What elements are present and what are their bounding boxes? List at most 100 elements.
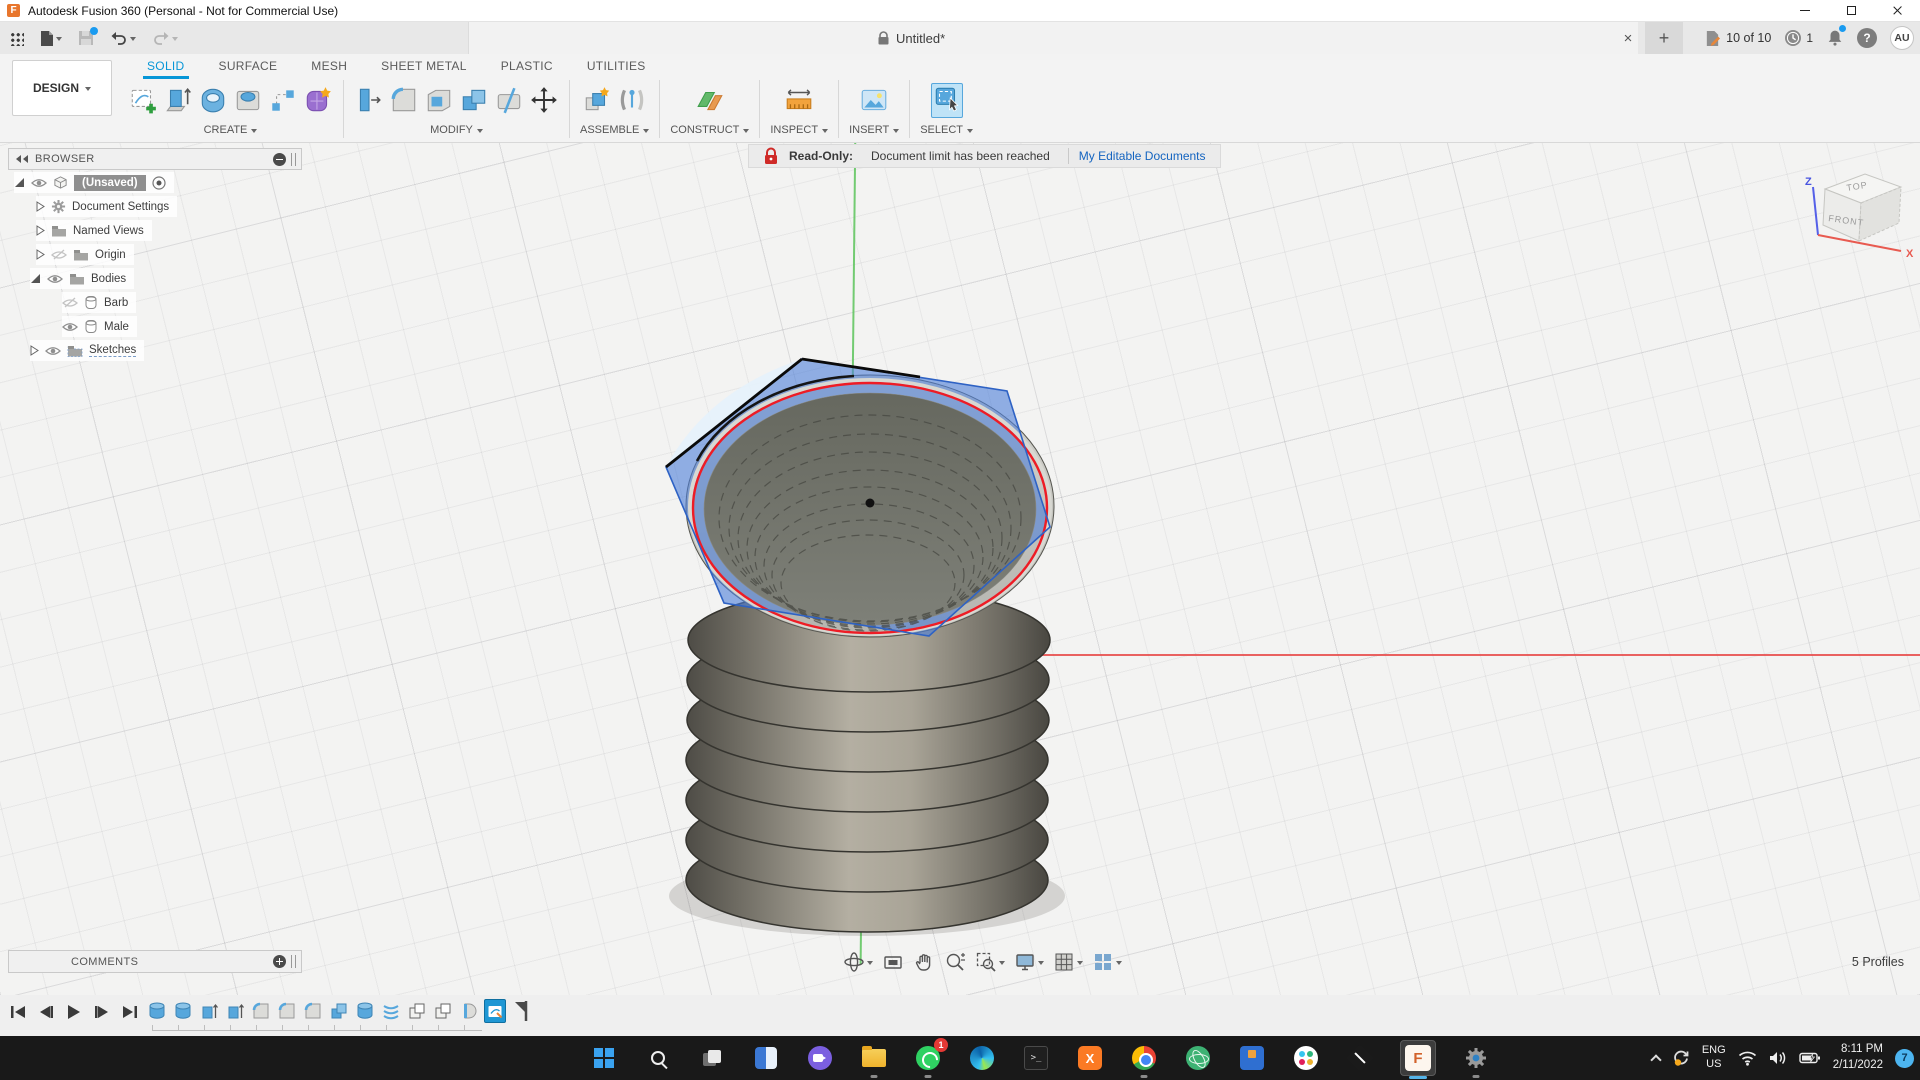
feature-revolve[interactable] (458, 999, 480, 1023)
sketch-center-point[interactable] (865, 498, 875, 508)
slack-button[interactable] (1292, 1044, 1320, 1072)
feature-extrude[interactable] (224, 999, 246, 1023)
select-group-label[interactable]: SELECT (920, 124, 973, 136)
job-status[interactable]: 10 of 10 (1704, 30, 1771, 47)
visibility-eye-icon[interactable] (31, 178, 47, 188)
play-button[interactable] (64, 1002, 84, 1022)
construct-plane-button[interactable] (695, 85, 725, 115)
feature-fillet[interactable] (276, 999, 298, 1023)
press-pull-button[interactable] (354, 85, 384, 115)
wifi-icon[interactable] (1738, 1050, 1757, 1066)
select-button[interactable] (930, 82, 963, 118)
comments-panel[interactable]: COMMENTS (8, 950, 302, 973)
battery-icon[interactable] (1798, 1051, 1821, 1065)
tree-label[interactable]: Named Views (73, 225, 144, 237)
visibility-eye-icon[interactable] (62, 322, 78, 332)
tab-close-button[interactable]: × (1617, 27, 1639, 49)
minimize-button[interactable] (1782, 0, 1828, 21)
atom-button[interactable] (1184, 1044, 1212, 1072)
search-button[interactable] (644, 1044, 672, 1072)
cube-app-button[interactable] (1238, 1044, 1266, 1072)
new-component-button[interactable] (582, 85, 612, 115)
tab-utilities[interactable]: UTILITIES (585, 57, 648, 77)
notification-center-badge[interactable]: 7 (1895, 1048, 1914, 1068)
feature-sketch-active[interactable] (484, 999, 506, 1023)
tree-row-document-settings[interactable]: Document Settings (36, 196, 178, 217)
feature-coil[interactable] (380, 999, 402, 1023)
hole-button[interactable] (233, 85, 263, 115)
tab-sheet-metal[interactable]: SHEET METAL (379, 57, 469, 77)
volume-icon[interactable] (1769, 1050, 1787, 1066)
threaded-cylinder-model[interactable] (560, 280, 1120, 960)
taskbar-clock[interactable]: 8:11 PM 2/11/2022 (1833, 1042, 1883, 1073)
feature-cylinder[interactable] (354, 999, 376, 1023)
terminal-button[interactable]: >_ (1022, 1044, 1050, 1072)
close-button[interactable] (1874, 0, 1920, 21)
widgets-button[interactable] (752, 1044, 780, 1072)
construct-group-label[interactable]: CONSTRUCT (670, 124, 750, 136)
step-back-button[interactable] (36, 1002, 56, 1022)
new-tab-button[interactable]: + (1645, 22, 1683, 54)
assemble-group-label[interactable]: ASSEMBLE (580, 124, 650, 136)
document-tab[interactable]: Untitled* × (468, 22, 1638, 54)
zoom-button[interactable] (944, 951, 966, 973)
view-cube[interactable]: TOP FRONT Z X (1795, 161, 1917, 265)
file-explorer-button[interactable] (860, 1044, 888, 1072)
whatsapp-button[interactable]: 1 (914, 1038, 948, 1072)
insert-group-label[interactable]: INSERT (849, 124, 900, 136)
tree-label[interactable]: Male (104, 321, 129, 333)
save-button[interactable] (75, 27, 98, 48)
timeline-marker[interactable] (510, 999, 532, 1023)
tree-row-unsaved[interactable]: (Unsaved) (14, 172, 174, 193)
chrome-button[interactable] (1130, 1044, 1158, 1072)
browser-minimize-icon[interactable] (273, 152, 286, 166)
tree-label[interactable]: Bodies (91, 273, 126, 285)
orbit-button[interactable] (843, 951, 873, 973)
shell-button[interactable] (424, 85, 454, 115)
feature-cylinder[interactable] (172, 999, 194, 1023)
fit-button[interactable] (975, 951, 1005, 973)
display-settings-button[interactable] (1014, 951, 1044, 973)
inkscape-button[interactable] (1345, 1043, 1375, 1073)
xampp-button[interactable]: X (1076, 1044, 1104, 1072)
tab-plastic[interactable]: PLASTIC (499, 57, 555, 77)
joint-button[interactable] (617, 85, 647, 115)
user-avatar[interactable]: AU (1890, 26, 1914, 50)
tree-label[interactable]: Document Settings (72, 201, 169, 213)
fusion-360-taskbar-button[interactable]: F (1400, 1040, 1436, 1076)
split-body-button[interactable] (494, 85, 524, 115)
form-button[interactable] (303, 85, 333, 115)
fillet-button[interactable] (389, 85, 419, 115)
tab-solid[interactable]: SOLID (143, 57, 189, 79)
skip-to-start-button[interactable] (8, 1002, 28, 1022)
create-sketch-button[interactable] (128, 85, 158, 115)
move-copy-button[interactable] (529, 85, 559, 115)
tree-row-barb[interactable]: Barb (62, 292, 137, 313)
viewports-button[interactable] (1092, 951, 1122, 973)
tab-surface[interactable]: SURFACE (217, 57, 280, 77)
feature-fillet[interactable] (302, 999, 324, 1023)
tree-label[interactable]: Origin (95, 249, 126, 261)
show-hidden-icons-chevron[interactable] (1650, 1053, 1662, 1066)
visibility-eye-icon[interactable] (47, 274, 63, 284)
sketch-dimension-button[interactable] (268, 85, 298, 115)
feature-combine[interactable] (328, 999, 350, 1023)
collapsed-arrow-icon[interactable] (36, 249, 45, 260)
chat-button[interactable] (806, 1044, 834, 1072)
feature-cylinder[interactable] (146, 999, 168, 1023)
visibility-off-icon[interactable] (62, 297, 78, 309)
skip-to-end-button[interactable] (120, 1002, 140, 1022)
app-menu-button[interactable] (6, 29, 27, 48)
visibility-eye-icon[interactable] (45, 346, 61, 356)
tree-label[interactable]: Sketches (89, 344, 137, 357)
pan-button[interactable] (913, 951, 935, 973)
create-group-label[interactable]: CREATE (204, 124, 258, 136)
tree-label[interactable]: (Unsaved) (74, 174, 146, 191)
extrude-button[interactable] (163, 85, 193, 115)
sync-icon[interactable] (1672, 1049, 1690, 1067)
settings-button[interactable] (1462, 1044, 1490, 1072)
modify-group-label[interactable]: MODIFY (430, 124, 483, 136)
help-button[interactable]: ? (1857, 28, 1877, 48)
tree-row-named-views[interactable]: Named Views (36, 220, 152, 241)
tree-row-male[interactable]: Male (62, 316, 137, 337)
